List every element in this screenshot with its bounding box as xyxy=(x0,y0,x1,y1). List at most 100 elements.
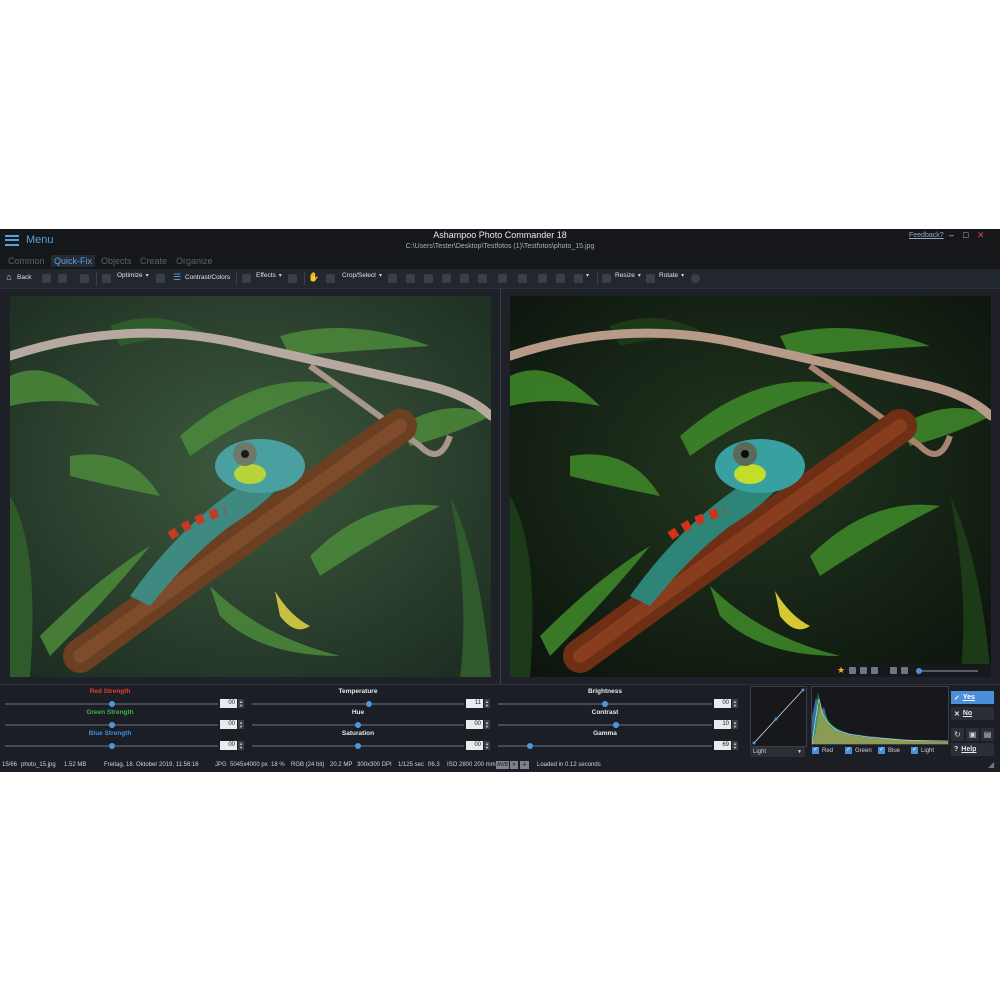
zoom-slider-knob[interactable] xyxy=(916,667,923,674)
temperature-knob[interactable] xyxy=(365,701,372,707)
temperature-stepper[interactable]: ▲ ▼ xyxy=(484,699,490,708)
histogram-green-checkbox[interactable]: ✓ Green xyxy=(845,747,872,754)
brush-icon[interactable] xyxy=(288,274,297,283)
temperature-input[interactable]: 11 xyxy=(466,699,483,708)
refresh-icon[interactable] xyxy=(80,274,89,283)
histogram-blue-checkbox[interactable]: ✓ Blue xyxy=(878,747,900,754)
feedback-link[interactable]: Feedback? xyxy=(909,232,944,239)
contrast-stepper[interactable]: ▲ ▼ xyxy=(732,720,738,729)
star-icon[interactable]: ★ xyxy=(837,666,845,675)
saturation-slider[interactable] xyxy=(252,743,464,749)
contrast-input[interactable]: 10 xyxy=(714,720,731,729)
hue-slider[interactable] xyxy=(252,722,464,728)
green-strength-slider[interactable] xyxy=(5,722,218,728)
resize-icon[interactable] xyxy=(602,274,611,283)
more-tools-button[interactable]: ▾ xyxy=(586,272,589,279)
help-button[interactable]: ? Help xyxy=(951,743,994,756)
effects-icon[interactable] xyxy=(242,274,251,283)
effects-button[interactable]: Effects ▾ xyxy=(256,272,282,279)
brightness-input[interactable]: 00 xyxy=(714,699,731,708)
split-view-icon[interactable] xyxy=(860,667,868,674)
clone-icon[interactable] xyxy=(460,274,469,283)
heal-icon[interactable] xyxy=(478,274,487,283)
blue-strength-knob[interactable] xyxy=(108,743,115,749)
zoom-slider[interactable] xyxy=(916,667,979,674)
blue-strength-input[interactable]: 00 xyxy=(220,741,237,750)
pipette-icon[interactable] xyxy=(518,274,527,283)
retouch-icon[interactable] xyxy=(498,274,507,283)
histogram-red-checkbox[interactable]: ✓ Red xyxy=(812,747,833,754)
contrast-slider[interactable] xyxy=(498,722,712,728)
contrast-icon[interactable] xyxy=(156,274,165,283)
red-strength-input[interactable]: 00 xyxy=(220,699,237,708)
tab-objects[interactable]: Objects xyxy=(98,255,135,267)
straighten-icon[interactable] xyxy=(388,274,397,283)
magic-wand-icon[interactable] xyxy=(102,274,111,283)
crop-icon[interactable] xyxy=(326,274,335,283)
original-photo[interactable] xyxy=(10,296,491,677)
red-eye-icon[interactable] xyxy=(424,274,433,283)
adjusted-photo[interactable]: ★ xyxy=(510,296,991,677)
close-icon[interactable]: ✕ xyxy=(977,230,985,241)
brightness-stepper[interactable]: ▲ ▼ xyxy=(732,699,738,708)
save-as-button[interactable]: ▤ xyxy=(981,728,994,741)
actual-size-icon[interactable] xyxy=(901,667,909,674)
reset-button[interactable]: ↻ xyxy=(951,728,964,741)
shapes-icon[interactable] xyxy=(574,274,583,283)
tab-create[interactable]: Create xyxy=(137,255,170,267)
tab-common[interactable]: Common xyxy=(5,255,48,267)
gamma-input[interactable]: 69 xyxy=(714,741,731,750)
sharpen-icon[interactable] xyxy=(556,274,565,283)
contrast-knob[interactable] xyxy=(612,722,619,728)
brightness-slider[interactable] xyxy=(498,701,712,707)
compare-icon[interactable] xyxy=(849,667,857,674)
rotate-button[interactable]: Rotate ▾ xyxy=(659,272,684,279)
green-strength-knob[interactable] xyxy=(108,722,115,728)
curve-channel-select[interactable]: Light ▼ xyxy=(750,747,805,757)
gamma-knob[interactable] xyxy=(527,743,534,749)
yes-button[interactable]: ✓ Yes xyxy=(951,691,994,704)
tab-organize[interactable]: Organize xyxy=(173,255,216,267)
green-strength-input[interactable]: 00 xyxy=(220,720,237,729)
brightness-knob[interactable] xyxy=(602,701,608,707)
histogram-light-checkbox[interactable]: ✓ Light xyxy=(911,747,934,754)
text-icon[interactable] xyxy=(442,274,451,283)
tab-quick-fix[interactable]: Quick-Fix xyxy=(51,255,95,267)
saturation-knob[interactable] xyxy=(355,743,361,749)
blue-strength-stepper[interactable]: ▲ ▼ xyxy=(238,741,244,750)
no-button[interactable]: ✕ No xyxy=(951,707,994,720)
red-strength-knob[interactable] xyxy=(108,701,115,707)
toolbar-separator xyxy=(96,272,97,285)
contrast-colors-button[interactable]: ☰ Contrast/Colors xyxy=(172,272,230,282)
tone-curve-editor[interactable] xyxy=(750,686,807,747)
resize-button[interactable]: Resize ▾ xyxy=(615,272,641,279)
fit-screen-icon[interactable] xyxy=(890,667,898,674)
undo-icon[interactable] xyxy=(42,274,51,283)
blur-icon[interactable] xyxy=(538,274,547,283)
back-button[interactable]: ⌂ Back xyxy=(4,272,31,282)
blue-strength-slider[interactable] xyxy=(5,743,218,749)
minimize-icon[interactable]: – xyxy=(949,230,954,240)
hand-tool-button[interactable]: ✋ xyxy=(308,272,319,282)
info-icon[interactable] xyxy=(871,667,879,674)
maximize-icon[interactable]: □ xyxy=(963,230,968,240)
green-strength-stepper[interactable]: ▲ ▼ xyxy=(238,720,244,729)
redo-icon[interactable] xyxy=(58,274,67,283)
saturation-input[interactable]: 00 xyxy=(466,741,483,750)
frame-icon[interactable] xyxy=(406,274,415,283)
hue-input[interactable]: 00 xyxy=(466,720,483,729)
gamma-stepper[interactable]: ▲ ▼ xyxy=(732,741,738,750)
gamma-slider[interactable] xyxy=(498,743,712,749)
temperature-slider[interactable] xyxy=(252,701,464,707)
hue-stepper[interactable]: ▲ ▼ xyxy=(484,720,490,729)
save-button[interactable]: ▣ xyxy=(966,728,979,741)
rotate-icon[interactable] xyxy=(646,274,655,283)
hue-knob[interactable] xyxy=(355,722,361,728)
saturation-stepper[interactable]: ▲ ▼ xyxy=(484,741,490,750)
red-strength-slider[interactable] xyxy=(5,701,218,707)
crop-select-button[interactable]: Crop/Select ▾ xyxy=(342,272,382,279)
red-strength-stepper[interactable]: ▲ ▼ xyxy=(238,699,244,708)
resize-grip-icon[interactable]: ◢ xyxy=(988,760,994,769)
optimize-button[interactable]: Optimize ▾ xyxy=(117,272,149,279)
flip-icon[interactable] xyxy=(691,274,700,283)
